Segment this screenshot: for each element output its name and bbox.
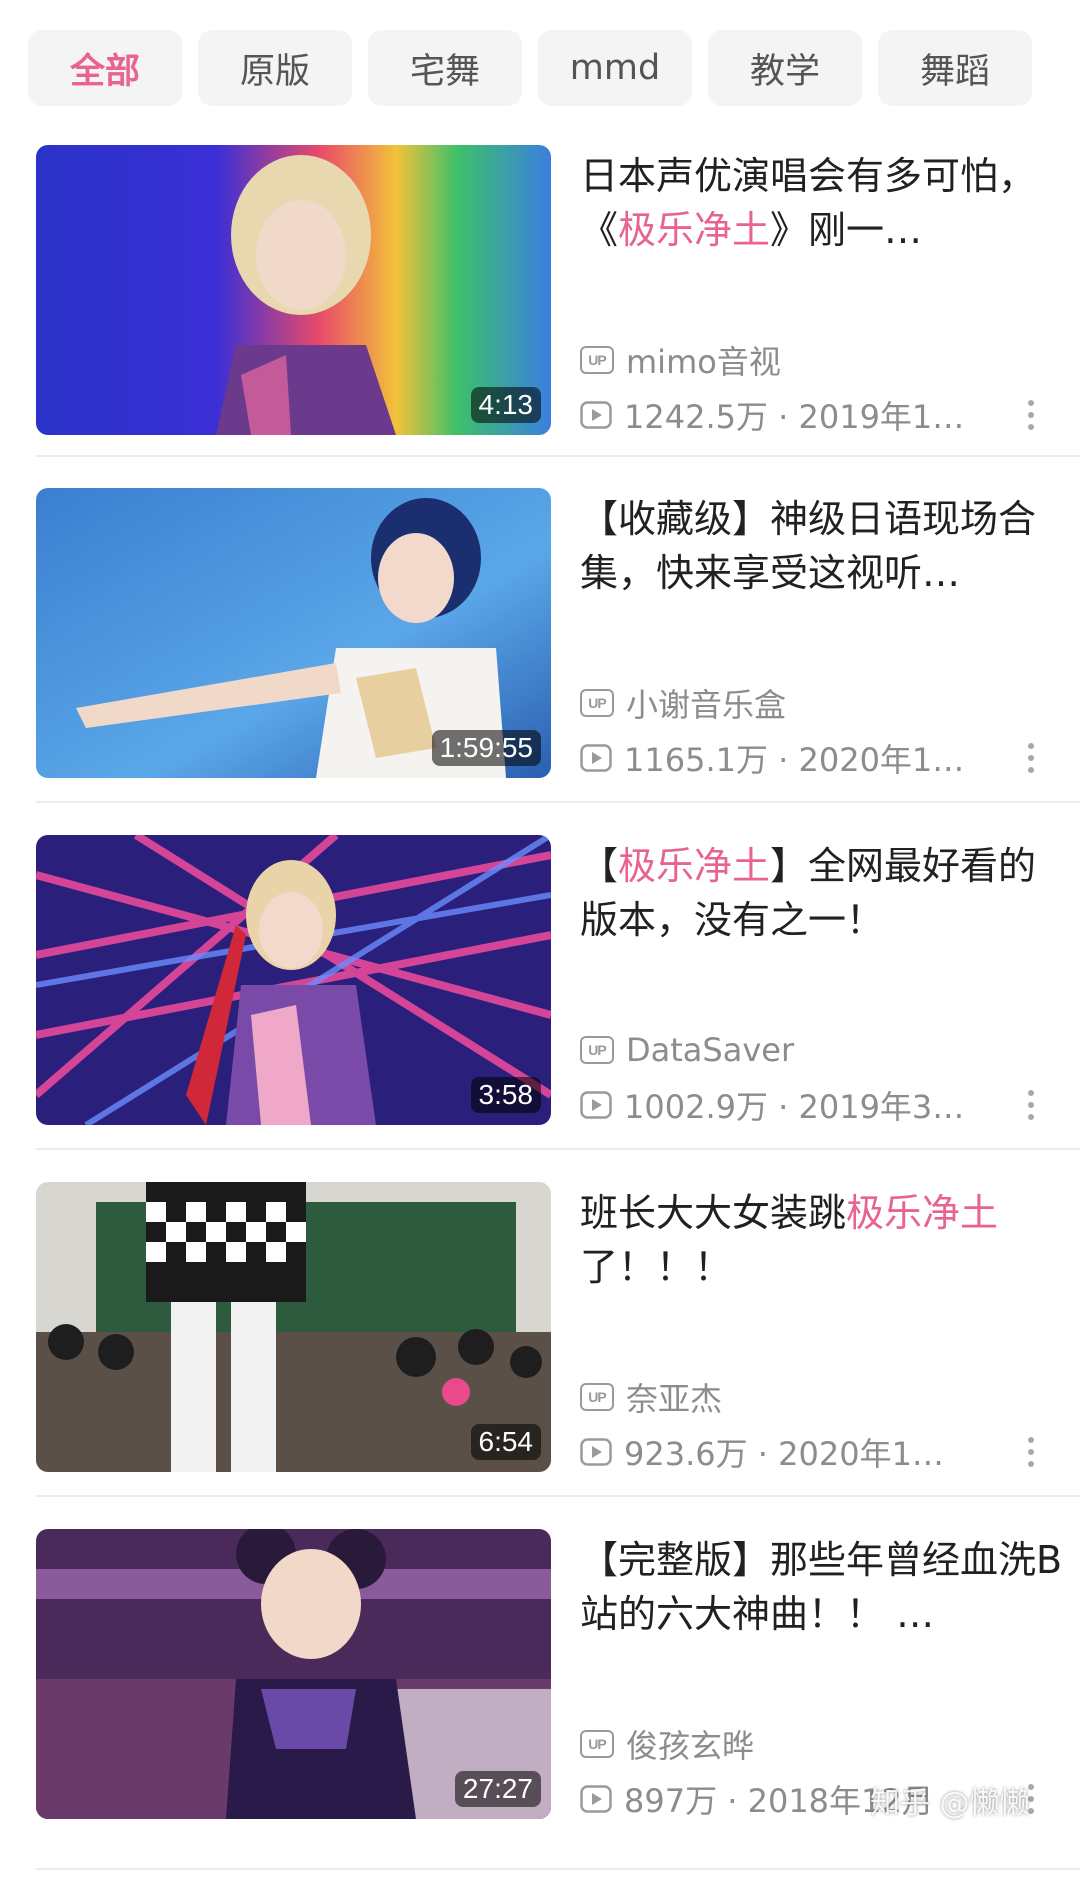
- play-count-icon: [580, 1091, 612, 1119]
- chip-original[interactable]: 原版: [198, 30, 352, 106]
- more-options-icon[interactable]: [1016, 395, 1046, 435]
- title-text: 【收藏级】神级日语现场合集，快来享受这视听…: [580, 497, 1037, 595]
- filter-chip-bar: 全部 原版 宅舞 mmd 教学 舞蹈: [0, 0, 1080, 130]
- uploader-name: 小谢音乐盒: [626, 686, 787, 723]
- uploader-line[interactable]: UP 奈亚杰: [580, 1377, 990, 1417]
- up-badge-icon: UP: [580, 1036, 614, 1064]
- video-thumbnail[interactable]: 6:54: [36, 1182, 551, 1472]
- chip-otaku-dance[interactable]: 宅舞: [368, 30, 522, 106]
- video-title[interactable]: 日本声优演唱会有多可怕，《极乐净土》刚一…: [580, 149, 1070, 257]
- chip-all[interactable]: 全部: [28, 30, 182, 106]
- video-thumbnail[interactable]: 27:27: [36, 1529, 551, 1819]
- view-count-date: 1002.9万 · 2019年3…: [624, 1088, 965, 1125]
- title-text: 【: [580, 844, 619, 888]
- video-list-item[interactable]: 6:54 班长大大女装跳极乐净土了！！！ UP 奈亚杰 923.6万 · 202…: [36, 1182, 1080, 1529]
- uploader-line[interactable]: UP DataSaver: [580, 1030, 990, 1070]
- title-highlight: 极乐净土: [618, 208, 771, 252]
- video-thumbnail[interactable]: 3:58: [36, 835, 551, 1125]
- divider: [36, 1148, 1080, 1150]
- play-count-icon: [580, 744, 612, 772]
- play-count-icon: [580, 401, 612, 429]
- video-duration: 27:27: [454, 1771, 541, 1807]
- title-text: 》刚一…: [770, 208, 923, 252]
- up-badge-icon: UP: [580, 689, 614, 717]
- divider: [36, 455, 1080, 457]
- title-text: 【完整版】那些年曾经血洗B站的六大神曲！！ …: [580, 1538, 1063, 1636]
- stats-line: 1002.9万 · 2019年3…: [580, 1085, 990, 1125]
- video-duration: 1:59:55: [431, 730, 541, 766]
- watermark: 知乎 @懒懒: [870, 1786, 1030, 1821]
- stats-line: 923.6万 · 2020年1…: [580, 1432, 990, 1472]
- uploader-name: 奈亚杰: [626, 1380, 723, 1417]
- video-list-item[interactable]: 4:13 日本声优演唱会有多可怕，《极乐净土》刚一… UP mimo音视 124…: [36, 145, 1080, 492]
- more-options-icon[interactable]: [1016, 1085, 1046, 1125]
- video-duration: 4:13: [470, 387, 541, 423]
- view-count-date: 1242.5万 · 2019年1…: [624, 398, 965, 435]
- view-count-date: 1165.1万 · 2020年1…: [624, 741, 965, 778]
- title-highlight: 极乐净土: [618, 844, 771, 888]
- title-text: 了！！！: [580, 1245, 733, 1289]
- title-highlight: 极乐净土: [846, 1191, 999, 1235]
- title-text: 班长大大女装跳: [580, 1191, 847, 1235]
- video-list-item[interactable]: 1:59:55 【收藏级】神级日语现场合集，快来享受这视听… UP 小谢音乐盒 …: [36, 488, 1080, 835]
- uploader-line[interactable]: UP mimo音视: [580, 340, 990, 380]
- video-duration: 6:54: [470, 1424, 541, 1460]
- chip-dance[interactable]: 舞蹈: [878, 30, 1032, 106]
- chip-tutorial[interactable]: 教学: [708, 30, 862, 106]
- view-count-date: 923.6万 · 2020年1…: [624, 1435, 944, 1472]
- up-badge-icon: UP: [580, 1383, 614, 1411]
- up-badge-icon: UP: [580, 346, 614, 374]
- divider: [36, 1495, 1080, 1497]
- play-count-icon: [580, 1438, 612, 1466]
- uploader-name: DataSaver: [626, 1031, 795, 1069]
- uploader-line[interactable]: UP 小谢音乐盒: [580, 683, 990, 723]
- play-count-icon: [580, 1785, 612, 1813]
- stats-line: 1165.1万 · 2020年1…: [580, 738, 990, 778]
- more-options-icon[interactable]: [1016, 1432, 1046, 1472]
- video-title[interactable]: 【收藏级】神级日语现场合集，快来享受这视听…: [580, 492, 1070, 600]
- uploader-line[interactable]: UP 俊孩玄晔: [580, 1724, 990, 1764]
- divider: [36, 801, 1080, 803]
- video-title[interactable]: 【完整版】那些年曾经血洗B站的六大神曲！！ …: [580, 1533, 1070, 1641]
- video-duration: 3:58: [470, 1077, 541, 1113]
- video-thumbnail[interactable]: 4:13: [36, 145, 551, 435]
- video-title[interactable]: 【极乐净土】全网最好看的版本，没有之一！: [580, 839, 1070, 947]
- video-list-item[interactable]: 27:27 【完整版】那些年曾经血洗B站的六大神曲！！ … UP 俊孩玄晔 89…: [36, 1529, 1080, 1876]
- divider: [36, 1868, 1080, 1870]
- video-title[interactable]: 班长大大女装跳极乐净土了！！！: [580, 1186, 1070, 1294]
- uploader-name: mimo音视: [626, 343, 781, 380]
- uploader-name: 俊孩玄晔: [626, 1727, 755, 1764]
- stats-line: 1242.5万 · 2019年1…: [580, 395, 990, 435]
- up-badge-icon: UP: [580, 1730, 614, 1758]
- chip-mmd[interactable]: mmd: [538, 30, 692, 106]
- video-list-item[interactable]: 3:58 【极乐净土】全网最好看的版本，没有之一！ UP DataSaver 1…: [36, 835, 1080, 1182]
- more-options-icon[interactable]: [1016, 738, 1046, 778]
- video-thumbnail[interactable]: 1:59:55: [36, 488, 551, 778]
